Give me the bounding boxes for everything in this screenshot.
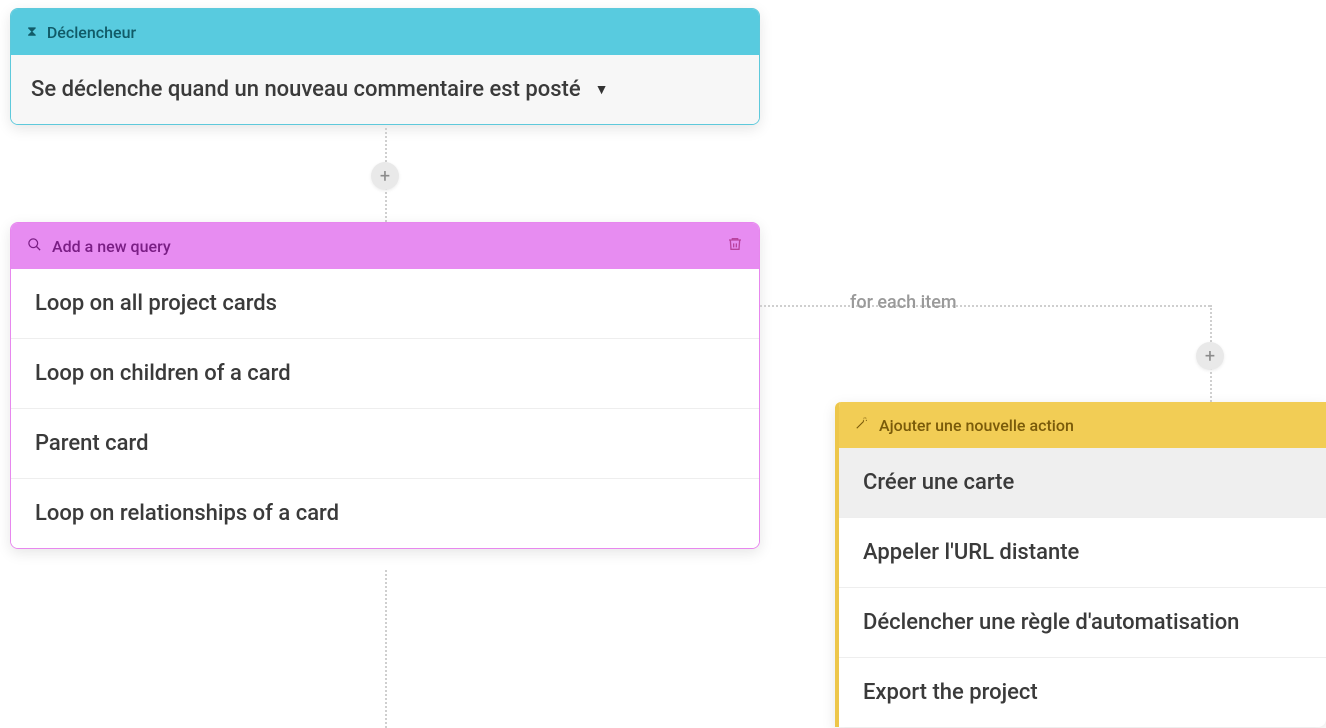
connector-line — [760, 305, 1210, 307]
query-header: Add a new query — [11, 223, 759, 269]
caret-down-icon: ▼ — [595, 81, 609, 98]
trigger-body-text: Se déclenche quand un nouveau commentair… — [31, 77, 581, 102]
query-item[interactable]: Loop on relationships of a card — [11, 478, 759, 548]
trigger-header-label: Déclencheur — [47, 23, 136, 42]
connector-line — [385, 570, 387, 728]
action-header: Ajouter une nouvelle action — [839, 402, 1326, 448]
trigger-header: ⧗ Déclencheur — [11, 9, 759, 55]
action-item-label: Créer une carte — [863, 470, 1014, 495]
add-action-button[interactable]: + — [1196, 342, 1224, 370]
trigger-select[interactable]: Se déclenche quand un nouveau commentair… — [11, 55, 759, 124]
query-header-label: Add a new query — [52, 237, 171, 256]
hourglass-icon: ⧗ — [27, 24, 37, 40]
action-card: Ajouter une nouvelle action Créer une ca… — [835, 402, 1326, 727]
action-item-label: Appeler l'URL distante — [863, 540, 1079, 565]
action-item[interactable]: Déclencher une règle d'automatisation — [839, 587, 1326, 657]
query-item[interactable]: Parent card — [11, 408, 759, 478]
query-item[interactable]: Loop on children of a card — [11, 338, 759, 408]
action-item[interactable]: Créer une carte — [839, 448, 1326, 517]
action-item[interactable]: Export the project — [839, 657, 1326, 727]
add-step-button[interactable]: + — [371, 162, 399, 190]
query-item-label: Loop on children of a card — [35, 361, 291, 386]
trigger-card: ⧗ Déclencheur Se déclenche quand un nouv… — [10, 8, 760, 125]
action-list: Créer une carte Appeler l'URL distante D… — [839, 448, 1326, 727]
for-each-label: for each item — [850, 292, 957, 313]
action-item-label: Déclencher une règle d'automatisation — [863, 610, 1239, 635]
search-icon — [27, 237, 42, 256]
action-header-label: Ajouter une nouvelle action — [879, 416, 1074, 435]
query-item-label: Loop on relationships of a card — [35, 501, 339, 526]
query-item-label: Loop on all project cards — [35, 291, 277, 316]
query-list: Loop on all project cards Loop on childr… — [11, 269, 759, 548]
wand-icon — [855, 416, 869, 434]
query-card: Add a new query Loop on all project card… — [10, 222, 760, 549]
action-item[interactable]: Appeler l'URL distante — [839, 517, 1326, 587]
delete-query-button[interactable] — [727, 236, 743, 256]
action-item-label: Export the project — [863, 680, 1038, 705]
query-item[interactable]: Loop on all project cards — [11, 269, 759, 338]
query-item-label: Parent card — [35, 431, 149, 456]
